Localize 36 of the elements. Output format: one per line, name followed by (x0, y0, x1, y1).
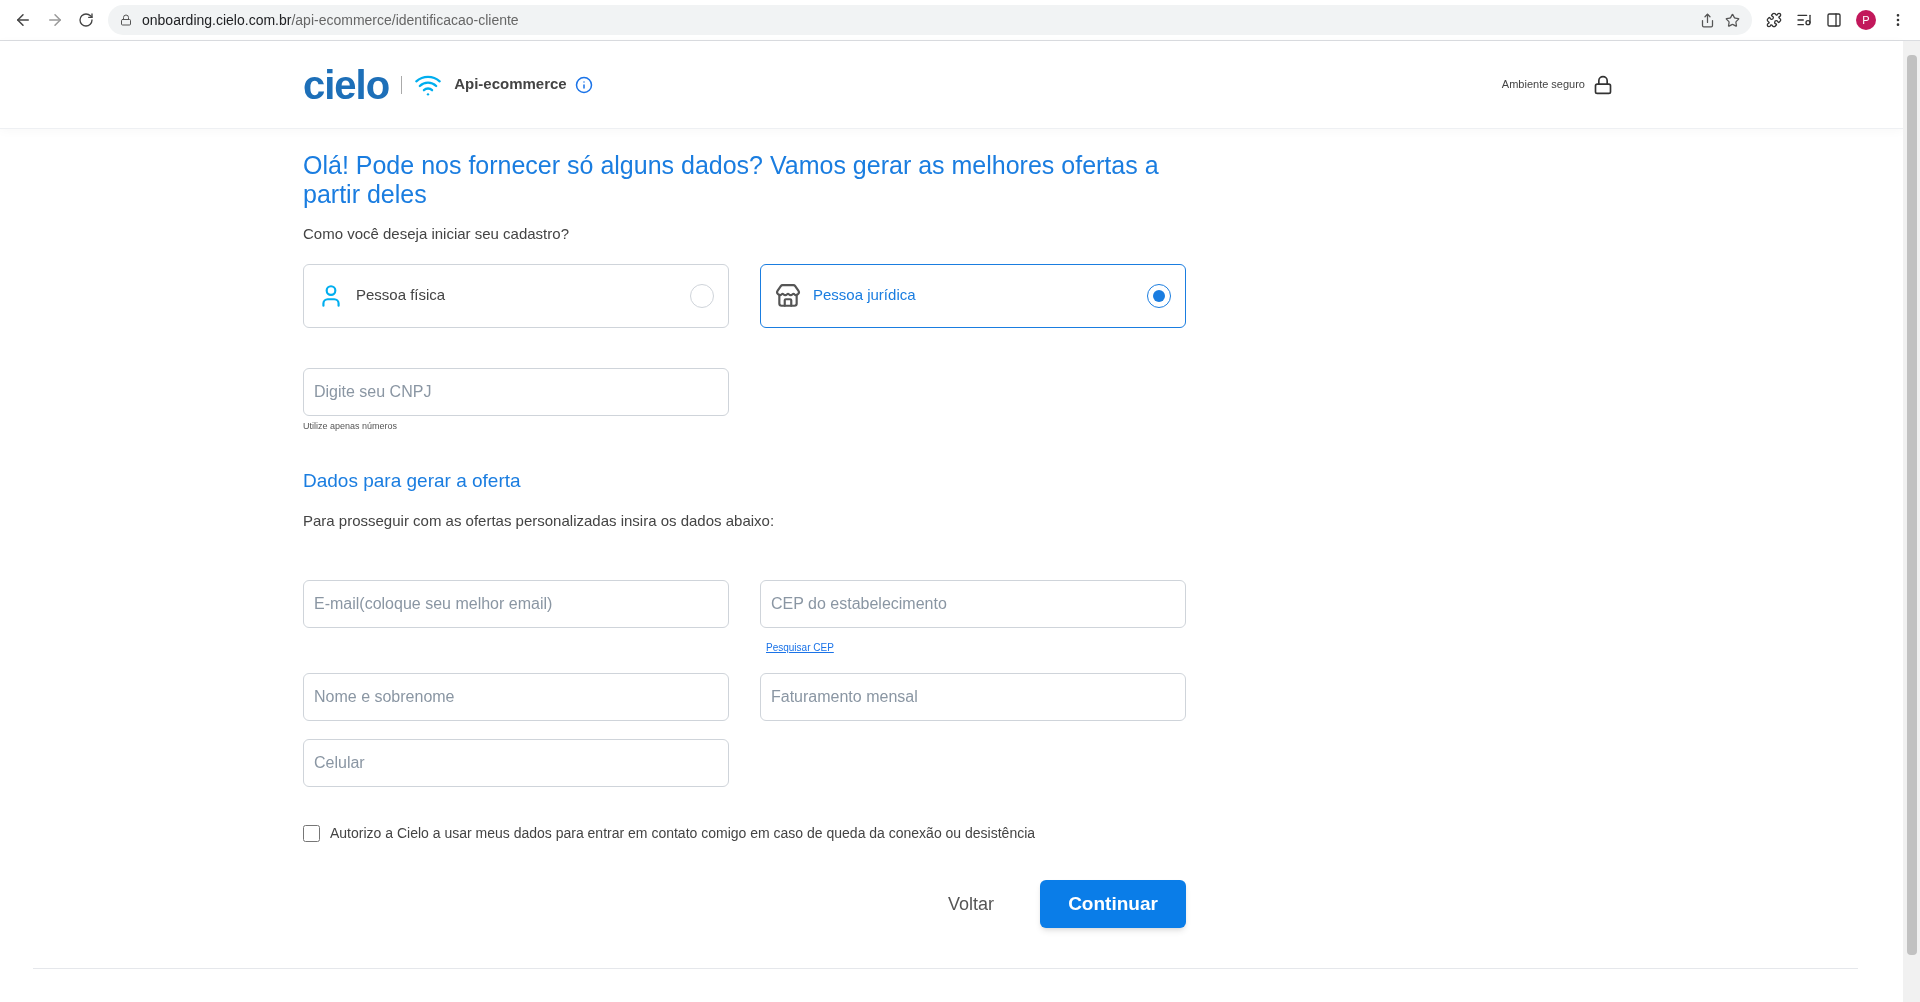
section-heading: Dados para gerar a oferta (303, 469, 522, 493)
scrollbar[interactable] (1903, 41, 1920, 1002)
store-icon (775, 282, 801, 309)
text-input-field[interactable]: Celular (303, 739, 729, 787)
share-icon[interactable] (1700, 12, 1715, 28)
star-icon[interactable] (1725, 12, 1740, 28)
product-name: Api-ecommerce (454, 74, 567, 95)
padlock-icon (1593, 74, 1613, 95)
extensions-icon[interactable] (1766, 12, 1782, 28)
cnpj-hint: Utilize apenas números (303, 419, 399, 433)
reload-icon[interactable] (78, 12, 94, 28)
consent-text: Autorizo a Cielo a usar meus dados para entrar em contato comigo em caso de queda da conexão ou desistência (330, 824, 1036, 843)
logo: cielo (303, 64, 390, 105)
question-text: Como você deseja iniciar seu cadastro? (303, 224, 570, 244)
address-bar[interactable]: onboarding.cielo.com.br/api-ecommerce/identificacao-cliente (108, 5, 1752, 35)
profile-avatar[interactable]: P (1856, 10, 1876, 30)
info-icon[interactable] (574, 75, 593, 94)
consent-checkbox[interactable] (303, 825, 320, 842)
back-button[interactable]: Voltar (947, 890, 994, 918)
section-description: Para prosseguir com as ofertas personalizadas insira os dados abaixo: (303, 510, 776, 531)
text-input-field[interactable]: E-mail(coloque seu melhor email) (303, 580, 729, 628)
side-panel-icon[interactable] (1826, 12, 1842, 28)
url-text: onboarding.cielo.com.br/api-ecommerce/identificacao-cliente (142, 10, 520, 30)
forward-arrow-icon[interactable] (46, 11, 64, 29)
cnpj-input-field[interactable]: Digite seu CNPJ (303, 367, 729, 416)
media-icon[interactable] (1796, 12, 1812, 28)
text-input-field[interactable]: Nome e sobrenome (303, 673, 729, 721)
text-input-field[interactable]: CEP do estabelecimento (760, 580, 1186, 628)
search-cep-link[interactable]: Pesquisar CEP (766, 640, 834, 655)
continue-button[interactable]: Continuar (1040, 880, 1186, 928)
secure-label: Ambiente seguro (1501, 77, 1585, 93)
lock-icon (120, 14, 132, 26)
person-type-option[interactable]: Pessoa jurídica (760, 263, 1186, 328)
page-title: Olá! Pode nos fornecer só alguns dados? Vamos gerar as melhores ofertas a partir deles (303, 151, 1160, 209)
person-type-option[interactable]: Pessoa física (303, 263, 729, 328)
text-input-field[interactable]: Faturamento mensal (760, 673, 1186, 721)
